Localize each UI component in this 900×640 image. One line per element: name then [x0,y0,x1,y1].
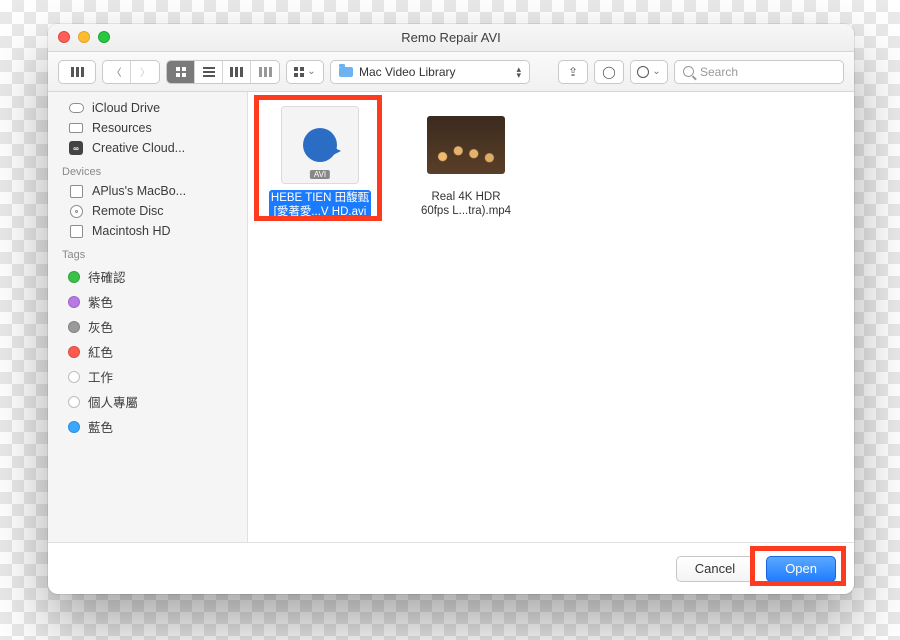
tag-dot-icon [68,396,80,408]
icon-view-button[interactable] [167,61,195,83]
dialog-footer: Cancel Open [48,542,854,594]
tag-dot-icon [68,321,80,333]
folder-icon [69,123,83,133]
tag-dot-icon [68,296,80,308]
share-icon: ⇪ [559,61,587,83]
sidebar-tag[interactable]: 個人專屬 [48,389,247,414]
sidebar-toggle-icon [59,61,95,83]
avi-badge: AVI [310,170,330,179]
zoom-window-button[interactable] [98,31,110,43]
disc-icon [70,205,83,218]
search-icon [683,66,694,77]
folder-icon [339,67,353,77]
sidebar-item-macintosh-hd[interactable]: Macintosh HD [48,221,247,241]
column-view-button[interactable] [223,61,251,83]
disk-icon [70,225,83,238]
tag-dot-icon [68,421,80,433]
toolbar: 〈 〉 ⌄ Mac Video Library ▴▾ [48,52,854,92]
sidebar-tag[interactable]: 工作 [48,364,247,389]
devices-header: Devices [48,158,247,181]
back-button[interactable]: 〈 [103,61,131,83]
open-button[interactable]: Open [766,556,836,582]
sidebar-toggle[interactable] [58,60,96,84]
window-controls [58,31,110,43]
laptop-icon [70,185,83,198]
sidebar-tag[interactable]: 紅色 [48,339,247,364]
path-label: Mac Video Library [359,65,456,79]
sidebar-tag[interactable]: 待確認 [48,264,247,289]
arrange-menu[interactable]: ⌄ [286,60,324,84]
file-item[interactable]: Real 4K HDR60fps L...tra).mp4 [408,106,524,218]
file-item[interactable]: AVI HEBE TIEN 田馥甄[愛著愛...V HD.avi [262,106,378,220]
updown-icon: ▴▾ [516,66,521,78]
list-view-button[interactable] [195,61,223,83]
sidebar-item-icloud[interactable]: iCloud Drive [48,98,247,118]
action-menu[interactable]: ⌄ [630,60,668,84]
titlebar: Remo Repair AVI [48,24,854,52]
cloud-icon [69,103,84,113]
tag-dot-icon [68,346,80,358]
tag-dot-icon [68,371,80,383]
search-input[interactable]: Search [674,60,844,84]
arrange-icon: ⌄ [287,61,323,83]
minimize-window-button[interactable] [78,31,90,43]
file-name: Real 4K HDR60fps L...tra).mp4 [408,190,524,218]
search-placeholder: Search [700,65,738,79]
file-name: HEBE TIEN 田馥甄[愛著愛...V HD.avi [269,190,371,220]
file-thumbnail [427,116,505,174]
close-window-button[interactable] [58,31,70,43]
window-title: Remo Repair AVI [401,30,500,45]
tags-button[interactable]: ◯ [594,60,624,84]
gallery-view-button[interactable] [251,61,279,83]
cancel-button[interactable]: Cancel [676,556,754,582]
quicktime-icon [303,128,337,162]
share-button[interactable]: ⇪ [558,60,588,84]
sidebar-item-macbook[interactable]: APlus's MacBo... [48,181,247,201]
cc-icon: ∞ [69,141,83,155]
sidebar-tag[interactable]: 紫色 [48,289,247,314]
tags-header: Tags [48,241,247,264]
gear-icon: ⌄ [631,61,667,83]
sidebar-item-remote-disc[interactable]: Remote Disc [48,201,247,221]
sidebar: iCloud Drive Resources ∞ Creative Cloud.… [48,92,248,542]
file-thumbnail: AVI [281,106,359,184]
sidebar-item-resources[interactable]: Resources [48,118,247,138]
file-browser: AVI HEBE TIEN 田馥甄[愛著愛...V HD.avi Real 4K… [248,92,854,542]
sidebar-tag[interactable]: 藍色 [48,414,247,439]
view-mode-selector [166,60,280,84]
open-dialog-window: Remo Repair AVI 〈 〉 ⌄ [48,24,854,594]
forward-button[interactable]: 〉 [131,61,159,83]
sidebar-tag[interactable]: 灰色 [48,314,247,339]
path-dropdown[interactable]: Mac Video Library ▴▾ [330,60,530,84]
nav-buttons: 〈 〉 [102,60,160,84]
sidebar-item-creative-cloud[interactable]: ∞ Creative Cloud... [48,138,247,158]
tag-icon: ◯ [595,61,623,83]
tag-dot-icon [68,271,80,283]
